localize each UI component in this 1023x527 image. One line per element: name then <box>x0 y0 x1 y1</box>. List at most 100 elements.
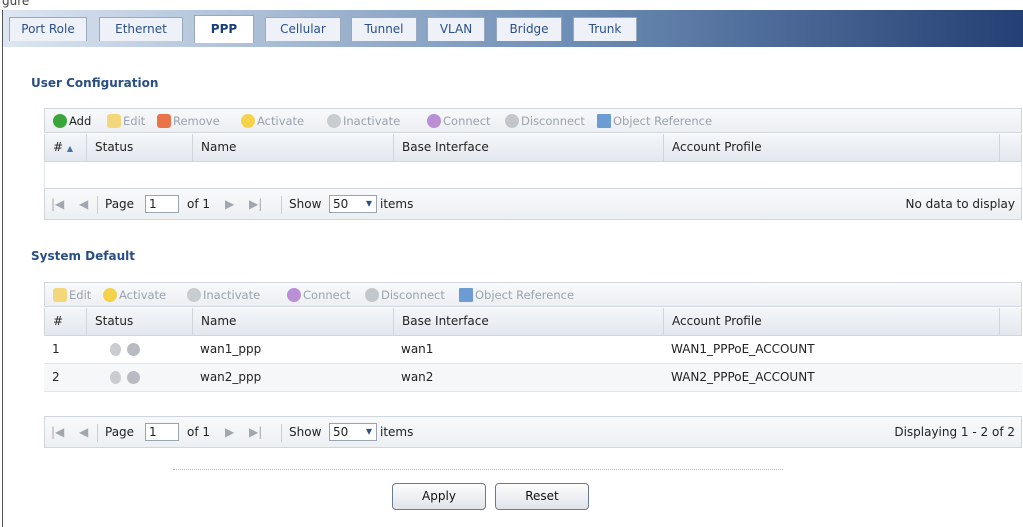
col-base-interface[interactable]: Base Interface <box>394 308 664 335</box>
first-page-icon[interactable]: |◀ <box>51 425 64 439</box>
chevron-down-icon[interactable]: ▾ <box>366 424 372 438</box>
col-status[interactable]: Status <box>87 134 193 161</box>
divider <box>281 196 282 214</box>
bulb-off-icon <box>187 288 201 302</box>
disconnect-icon <box>365 288 379 302</box>
items-label: items <box>380 425 414 439</box>
edit-button[interactable]: Edit <box>107 113 145 129</box>
inactivate-button[interactable]: Inactivate <box>327 113 400 129</box>
col-base-interface[interactable]: Base Interface <box>394 134 664 161</box>
tab-bar: Port Role Ethernet PPP Cellular Tunnel V… <box>3 10 1023 47</box>
add-icon <box>53 114 67 128</box>
tab-vlan[interactable]: VLAN <box>427 17 485 41</box>
tab-tunnel[interactable]: Tunnel <box>351 17 417 41</box>
connect-button[interactable]: Connect <box>427 113 491 129</box>
disconnect-button[interactable]: Disconnect <box>505 113 585 129</box>
row-base-interface: wan1 <box>401 342 434 356</box>
col-name[interactable]: Name <box>193 308 394 335</box>
system-default-pager: |◀ ◀ Page 1 of 1 ▶ ▶| Show 50 ▾ items Di… <box>44 416 1022 448</box>
caption-strip: gure <box>0 0 1023 10</box>
user-config-header: # ▲ Status Name Base Interface Account P… <box>44 134 1022 162</box>
remove-button[interactable]: Remove <box>157 113 220 129</box>
tab-ethernet[interactable]: Ethernet <box>99 17 183 41</box>
user-config-pager: |◀ ◀ Page 1 of 1 ▶ ▶| Show 50 ▾ items No… <box>44 188 1022 220</box>
table-row[interactable]: 1 wan1_ppp wan1 WAN1_PPPoE_ACCOUNT <box>44 336 1022 364</box>
activate-button[interactable]: Activate <box>241 113 304 129</box>
next-page-icon[interactable]: ▶ <box>225 197 234 211</box>
col-num[interactable]: # ▲ <box>45 134 87 161</box>
object-reference-icon <box>459 288 473 302</box>
last-page-icon[interactable]: ▶| <box>249 197 262 211</box>
col-status[interactable]: Status <box>87 308 193 335</box>
row-name: wan1_ppp <box>200 342 262 356</box>
sort-ascending-icon: ▲ <box>66 144 74 153</box>
chevron-down-icon[interactable]: ▾ <box>366 196 372 210</box>
tab-trunk[interactable]: Trunk <box>573 17 637 41</box>
row-account-profile: WAN1_PPPoE_ACCOUNT <box>671 342 815 356</box>
connect-icon <box>287 288 301 302</box>
divider <box>173 469 783 470</box>
bulb-on-icon <box>103 288 117 302</box>
pager-status: Displaying 1 - 2 of 2 <box>894 425 1015 439</box>
col-name[interactable]: Name <box>193 134 394 161</box>
add-button[interactable]: Add <box>53 113 91 129</box>
row-account-profile: WAN2_PPPoE_ACCOUNT <box>671 370 815 384</box>
row-name: wan2_ppp <box>200 370 262 384</box>
row-base-interface: wan2 <box>401 370 434 384</box>
edit-button[interactable]: Edit <box>53 287 91 303</box>
bulb-off-icon <box>327 114 341 128</box>
user-config-toolbar: Add Edit Remove Activate Inactivate Conn… <box>44 108 1022 133</box>
reset-button[interactable]: Reset <box>495 483 589 510</box>
col-account-profile[interactable]: Account Profile <box>664 134 1000 161</box>
table-row[interactable]: 2 wan2_ppp wan2 WAN2_PPPoE_ACCOUNT <box>44 364 1022 392</box>
system-default-header: # Status Name Base Interface Account Pro… <box>44 308 1022 336</box>
tab-cellular[interactable]: Cellular <box>265 17 341 41</box>
pager-status: No data to display <box>905 197 1015 211</box>
user-config-title: User Configuration <box>31 76 159 90</box>
page-input[interactable]: 1 <box>145 423 179 441</box>
row-number: 2 <box>52 370 60 384</box>
object-reference-button[interactable]: Object Reference <box>459 287 574 303</box>
connect-button[interactable]: Connect <box>287 287 351 303</box>
col-account-profile[interactable]: Account Profile <box>664 308 1000 335</box>
activate-button[interactable]: Activate <box>103 287 166 303</box>
connect-icon <box>427 114 441 128</box>
last-page-icon[interactable]: ▶| <box>249 425 262 439</box>
edit-icon <box>107 114 121 128</box>
disconnect-button[interactable]: Disconnect <box>365 287 445 303</box>
items-label: items <box>380 197 414 211</box>
apply-button[interactable]: Apply <box>392 483 486 510</box>
tab-bridge[interactable]: Bridge <box>496 17 562 41</box>
bulb-on-icon <box>241 114 255 128</box>
page-label: Page <box>105 425 135 439</box>
show-label: Show <box>289 197 322 211</box>
inactivate-button[interactable]: Inactivate <box>187 287 260 303</box>
system-default-title: System Default <box>31 249 135 263</box>
page-total: of 1 <box>187 425 211 439</box>
tab-port-role[interactable]: Port Role <box>9 17 87 41</box>
show-label: Show <box>289 425 322 439</box>
page-total: of 1 <box>187 197 211 211</box>
divider <box>97 424 98 442</box>
status-icons <box>102 343 142 356</box>
object-reference-button[interactable]: Object Reference <box>597 113 712 129</box>
edit-icon <box>53 288 67 302</box>
prev-page-icon[interactable]: ◀ <box>79 425 88 439</box>
col-num[interactable]: # <box>45 308 87 335</box>
disconnect-icon <box>505 114 519 128</box>
user-config-empty-grid <box>44 162 1022 188</box>
row-number: 1 <box>52 342 60 356</box>
caption-text: gure <box>2 0 30 8</box>
system-default-toolbar: Edit Activate Inactivate Connect Disconn… <box>44 282 1022 307</box>
trash-icon <box>157 114 171 128</box>
disconnected-icon <box>126 371 140 384</box>
first-page-icon[interactable]: |◀ <box>51 197 64 211</box>
page-input[interactable]: 1 <box>145 195 179 213</box>
object-reference-icon <box>597 114 611 128</box>
bulb-off-icon <box>110 343 121 356</box>
tab-ppp[interactable]: PPP <box>194 15 254 43</box>
disconnected-icon <box>126 343 140 356</box>
prev-page-icon[interactable]: ◀ <box>79 197 88 211</box>
divider <box>97 196 98 214</box>
next-page-icon[interactable]: ▶ <box>225 425 234 439</box>
